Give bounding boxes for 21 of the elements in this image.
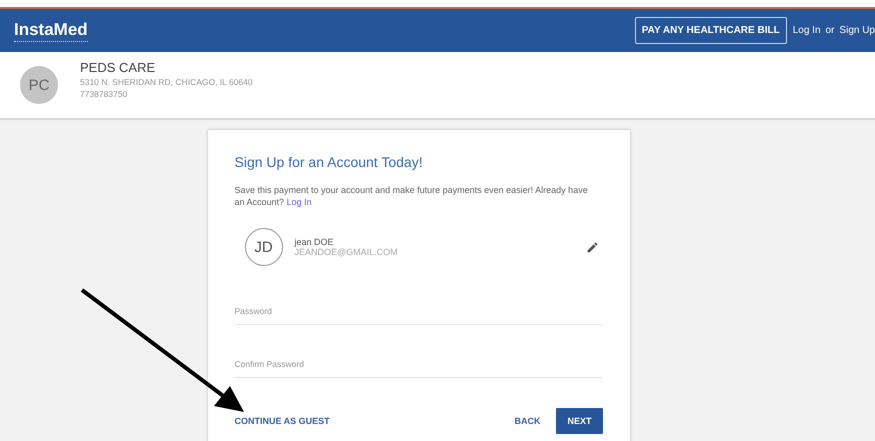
provider-name: PEDS CARE [80,60,156,74]
provider-phone: 7738783750 [80,88,128,98]
card-title: Sign Up for an Account Today! [234,154,424,170]
separator-text: or [826,25,834,36]
card-message: Save this payment to your account and make future payments even easier! Already have an Account? Log In [234,185,589,208]
password-field[interactable]: Confirm Password [234,355,602,378]
signup-link[interactable]: Sign Up [839,25,875,36]
provider-avatar: PC [20,66,58,104]
logo[interactable]: InstaMed [14,20,88,42]
edit-icon[interactable] [586,240,598,254]
password-field[interactable]: Password [234,302,602,326]
login-link[interactable]: Log In [286,196,312,207]
pay-bill-button[interactable]: PAY ANY HEALTHCARE BILL [634,17,787,44]
user-email: JEANDOE@GMAIL.COM [294,247,399,258]
back-button[interactable]: BACK [514,408,540,434]
login-link[interactable]: Log In [792,25,821,36]
provider-address: 5310 N. SHERIDAN RD, CHICAGO, IL 60640 [80,76,253,86]
next-button[interactable]: NEXT [556,408,602,434]
guest-button[interactable]: CONTINUE AS GUEST [234,408,330,434]
user-name: jean DOE [294,237,335,248]
user-avatar: JD [244,228,282,266]
